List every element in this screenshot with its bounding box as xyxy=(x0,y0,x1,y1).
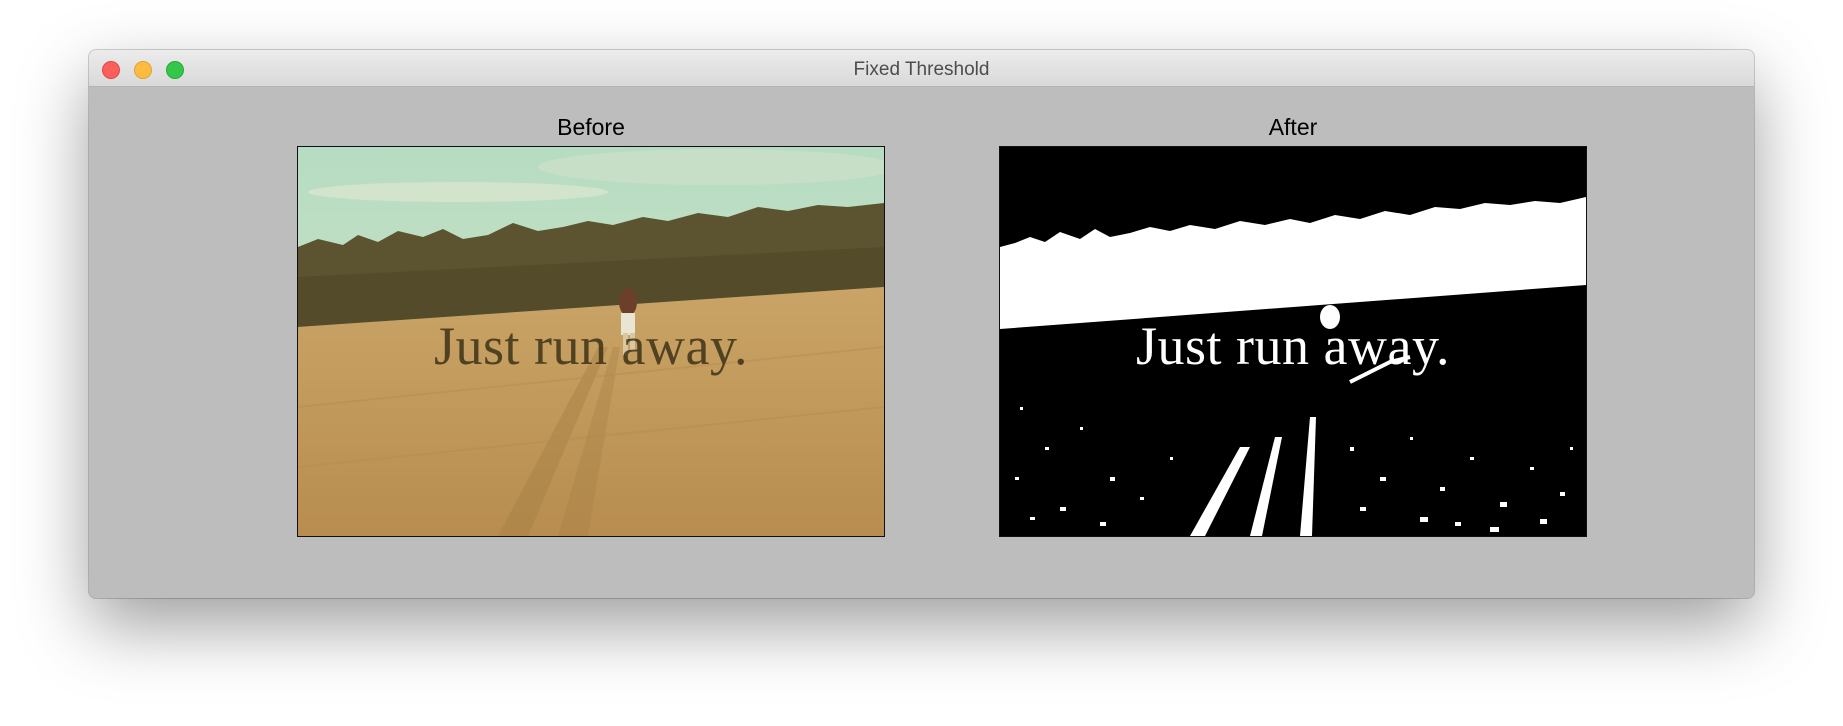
app-window: Fixed Threshold Before Just run away. Af… xyxy=(89,50,1754,598)
after-image: Just run away. xyxy=(999,146,1587,537)
before-image: Just run away. xyxy=(297,146,885,537)
before-caption: Just run away. xyxy=(434,316,748,376)
after-caption: Just run away. xyxy=(1136,316,1450,376)
after-label: After xyxy=(1268,114,1318,140)
before-label: Before xyxy=(557,114,625,140)
title-bar[interactable]: Fixed Threshold xyxy=(89,50,1754,87)
window-title: Fixed Threshold xyxy=(853,59,990,80)
